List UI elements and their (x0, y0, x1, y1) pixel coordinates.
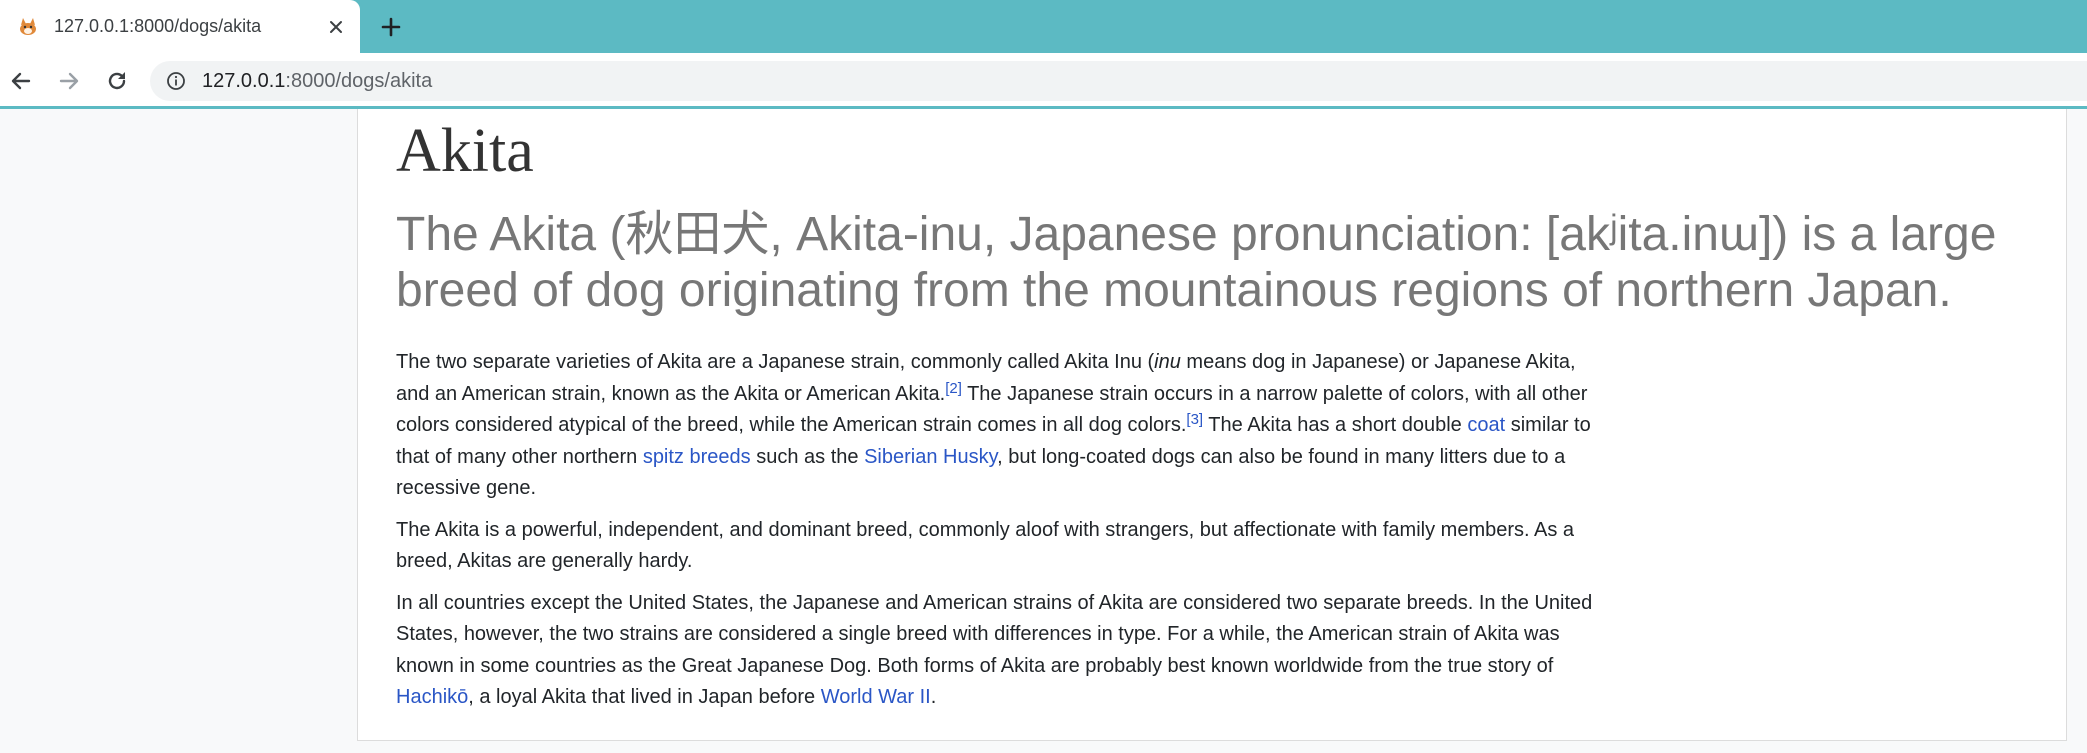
close-icon[interactable] (322, 13, 350, 41)
p1-emphasis: inu (1154, 351, 1181, 373)
citation-2-link[interactable]: [2] (945, 380, 962, 397)
citation-3[interactable]: [3] (1186, 409, 1203, 428)
p1-text-4: The Akita has a short double (1203, 414, 1468, 436)
coat-link[interactable]: coat (1467, 414, 1505, 436)
p3-text-1: In all countries except the United State… (396, 591, 1593, 677)
spitz-breeds-link[interactable]: spitz breeds (643, 446, 751, 468)
lead-text: The Akita (秋田犬, Akita-inu, Japanese pron… (396, 208, 1997, 317)
article-card: Akita The Akita (秋田犬, Akita-inu, Japanes… (357, 109, 2067, 741)
tab-title: 127.0.0.1:8000/dogs/akita (54, 16, 262, 36)
browser-tab[interactable]: 127.0.0.1:8000/dogs/akita (0, 0, 360, 53)
p3-text-2: , a loyal Akita that lived in Japan befo… (468, 686, 821, 708)
paragraph-1: The two separate varieties of Akita are … (396, 347, 1601, 505)
plus-icon[interactable] (376, 12, 406, 42)
page-title: Akita (396, 117, 534, 185)
paragraph-2: The Akita is a powerful, independent, an… (396, 518, 1575, 573)
arrow-right-icon[interactable] (53, 65, 85, 97)
citation-3-link[interactable]: [3] (1186, 411, 1203, 428)
siberian-husky-link[interactable]: Siberian Husky (864, 446, 997, 468)
dog-favicon-icon (16, 15, 40, 39)
world-war-ii-link[interactable]: World War II (821, 686, 931, 708)
p1-text-6: such as the (750, 445, 865, 468)
url-text: 127.0.0.1:8000/dogs/akita (202, 61, 432, 101)
info-icon[interactable] (164, 69, 188, 93)
p1-text-1: The two separate varieties of Akita are … (396, 351, 1155, 373)
tab-strip: 127.0.0.1:8000/dogs/akita (0, 0, 2087, 53)
p3-text-3: . (930, 686, 937, 708)
browser-toolbar: 127.0.0.1:8000/dogs/akita (0, 53, 2087, 109)
page-viewport: Akita The Akita (秋田犬, Akita-inu, Japanes… (0, 109, 2087, 753)
arrow-left-icon[interactable] (5, 65, 37, 97)
article-body: The two separate varieties of Akita are … (396, 347, 1601, 724)
url-host: 127.0.0.1 (202, 70, 286, 92)
citation-2[interactable]: [2] (945, 378, 962, 397)
paragraph-3: In all countries except the United State… (396, 588, 1601, 714)
url-path: :8000/dogs/akita (285, 70, 433, 92)
hachiko-link[interactable]: Hachikō (396, 686, 468, 708)
address-bar[interactable]: 127.0.0.1:8000/dogs/akita (150, 61, 2087, 101)
reload-icon[interactable] (101, 65, 133, 97)
